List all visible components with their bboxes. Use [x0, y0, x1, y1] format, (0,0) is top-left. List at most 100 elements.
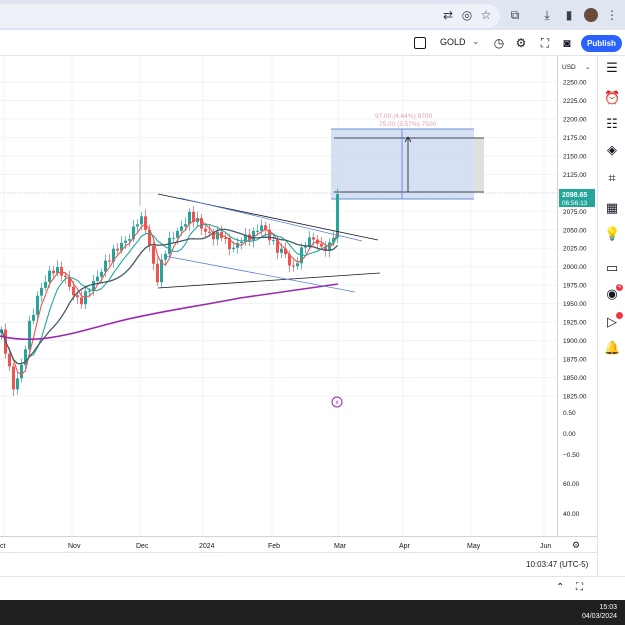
time-tick-labels: ct Nov Dec 2024 Feb Mar Apr May Jun: [0, 543, 551, 550]
candle-body: [204, 228, 207, 232]
chart-toolbar: GOLD ⌄ ◷ ⚙ ⛶ ◙ Publish: [0, 30, 625, 56]
price-tick: 2050.00: [563, 227, 587, 234]
camera-icon[interactable]: ◙: [560, 36, 574, 50]
alert-clock-icon[interactable]: ◷: [492, 36, 506, 50]
candle-body: [64, 275, 67, 278]
time-tick: Feb: [268, 543, 280, 550]
candle-body: [232, 247, 235, 250]
data-window-icon[interactable]: ☷: [604, 116, 620, 132]
chevron-down-icon[interactable]: ⌄: [472, 36, 480, 47]
candle-body: [320, 243, 323, 247]
candle-body: [140, 216, 143, 225]
price-tick: 2125.00: [563, 172, 587, 179]
candle-body: [40, 287, 43, 296]
price-tick: 1825.00: [563, 394, 587, 401]
taskbar-date: 04/03/2024: [581, 613, 617, 620]
address-bar[interactable]: [0, 4, 500, 28]
translate-icon[interactable]: ⇄: [441, 8, 455, 22]
candle-body: [48, 270, 51, 282]
price-tick: 2175.00: [563, 135, 587, 142]
symbol-label[interactable]: GOLD: [440, 37, 466, 47]
candle-body: [152, 245, 155, 264]
candle-body: [28, 320, 31, 350]
gear-icon[interactable]: ⚙: [514, 36, 528, 50]
price-tick: 2150.00: [563, 153, 587, 160]
compare-checkbox-icon[interactable]: [414, 37, 426, 49]
price-tick: 1900.00: [563, 338, 587, 345]
candle-body: [72, 286, 75, 296]
gear-icon[interactable]: ⚙: [572, 540, 580, 550]
chart-footer: 10:03:47 (UTC-5): [0, 552, 597, 576]
oscillator-tick: 0.50: [563, 410, 576, 417]
ma-long: [0, 283, 339, 341]
time-tick: May: [467, 543, 481, 550]
layers-icon[interactable]: ◈: [604, 142, 620, 158]
candle-body: [32, 314, 35, 321]
chat-icon[interactable]: ▭: [604, 260, 620, 276]
candle-body: [136, 224, 139, 227]
download-icon[interactable]: ⤓: [540, 8, 554, 22]
candle-body: [312, 237, 315, 240]
clock-readout[interactable]: 10:03:47 (UTC-5): [526, 560, 588, 569]
price-chart[interactable]: 97.00 (4.64%) 9700 75.00 (3.57%) 7500 ⚡: [0, 56, 557, 536]
time-tick: 2024: [199, 543, 215, 550]
oscillator-tick: −0.50: [563, 452, 580, 459]
candle-body: [280, 248, 283, 253]
price-tick-labels: 2250.00 2225.00 2200.00 2175.00 2150.00 2125.…: [563, 80, 587, 519]
current-price: 2098.65: [562, 192, 587, 199]
candle-body: [308, 237, 311, 247]
time-tick: Mar: [334, 543, 347, 550]
extensions-icon[interactable]: ⧉: [508, 8, 522, 22]
chart-pane[interactable]: 97.00 (4.64%) 9700 75.00 (3.57%) 7500 ⚡: [0, 56, 557, 536]
alarm-clock-icon[interactable]: ⏰: [604, 90, 620, 106]
price-tick: 1875.00: [563, 357, 587, 364]
candle-body: [304, 246, 307, 248]
taskbar-clock[interactable]: 15:03 04/03/2024: [582, 603, 617, 621]
hotlist-icon[interactable]: ⌗: [604, 170, 620, 186]
candle-body: [52, 270, 55, 274]
currency-label: USD: [562, 64, 576, 71]
star-icon[interactable]: ☆: [479, 8, 493, 22]
trend-lines: [157, 193, 381, 293]
avatar[interactable]: [584, 8, 598, 22]
candle-body: [292, 265, 295, 267]
time-tick: Jun: [540, 543, 551, 550]
time-axis[interactable]: ct Nov Dec 2024 Feb Mar Apr May Jun ⚙: [0, 536, 597, 552]
menu-icon[interactable]: ⋮: [605, 8, 619, 22]
candle-body: [16, 378, 19, 390]
candle-body: [124, 240, 127, 243]
candle-body: [176, 230, 179, 238]
price-axis[interactable]: USD ⌄ 2250.00 2225.00 2200.00 2175.00 2150.0…: [557, 56, 597, 536]
taskbar-time: 15:03: [599, 604, 617, 611]
bell-icon[interactable]: 🔔: [604, 340, 620, 356]
price-tick: 1975.00: [563, 283, 587, 290]
chevron-down-icon: ⌄: [585, 64, 590, 71]
ideas-icon[interactable]: 💡: [604, 226, 620, 242]
measure-label-1: 97.00 (4.64%) 9700: [375, 113, 432, 120]
watchlist-icon[interactable]: ☰: [604, 60, 620, 76]
candle-body: [256, 230, 259, 232]
fullscreen-icon[interactable]: ⛶: [576, 582, 583, 593]
measure-box-edge: [474, 138, 484, 192]
candle-body: [208, 231, 211, 233]
calendar-icon[interactable]: ▦: [604, 200, 620, 216]
eye-off-icon[interactable]: ◎: [460, 8, 474, 22]
price-tick: 2000.00: [563, 264, 587, 271]
sidebar-icon[interactable]: ▮: [562, 8, 576, 22]
oscillator-tick: 40.00: [563, 511, 580, 518]
fullscreen-icon[interactable]: ⛶: [538, 36, 552, 50]
candle-body: [88, 290, 91, 292]
lightning-icon: ⚡: [335, 399, 340, 407]
chevron-up-icon[interactable]: ⌃: [556, 582, 564, 593]
candle-body: [20, 364, 23, 379]
candle-body: [216, 231, 219, 240]
time-tick: ct: [0, 543, 6, 550]
candle-body: [168, 237, 171, 254]
price-tick: 2200.00: [563, 116, 587, 123]
candlestick-series: [0, 160, 339, 396]
screen: ⇄ ◎ ☆ ⧉ ⤓ ▮ ⋮ GOLD ⌄ ◷ ⚙ ⛶ ◙ Publish ☰ ⏰…: [0, 0, 625, 625]
oscillator-tick: 60.00: [563, 481, 580, 488]
candle-body: [184, 224, 187, 227]
publish-button[interactable]: Publish: [581, 35, 622, 52]
lower-channel-line: [164, 255, 356, 293]
